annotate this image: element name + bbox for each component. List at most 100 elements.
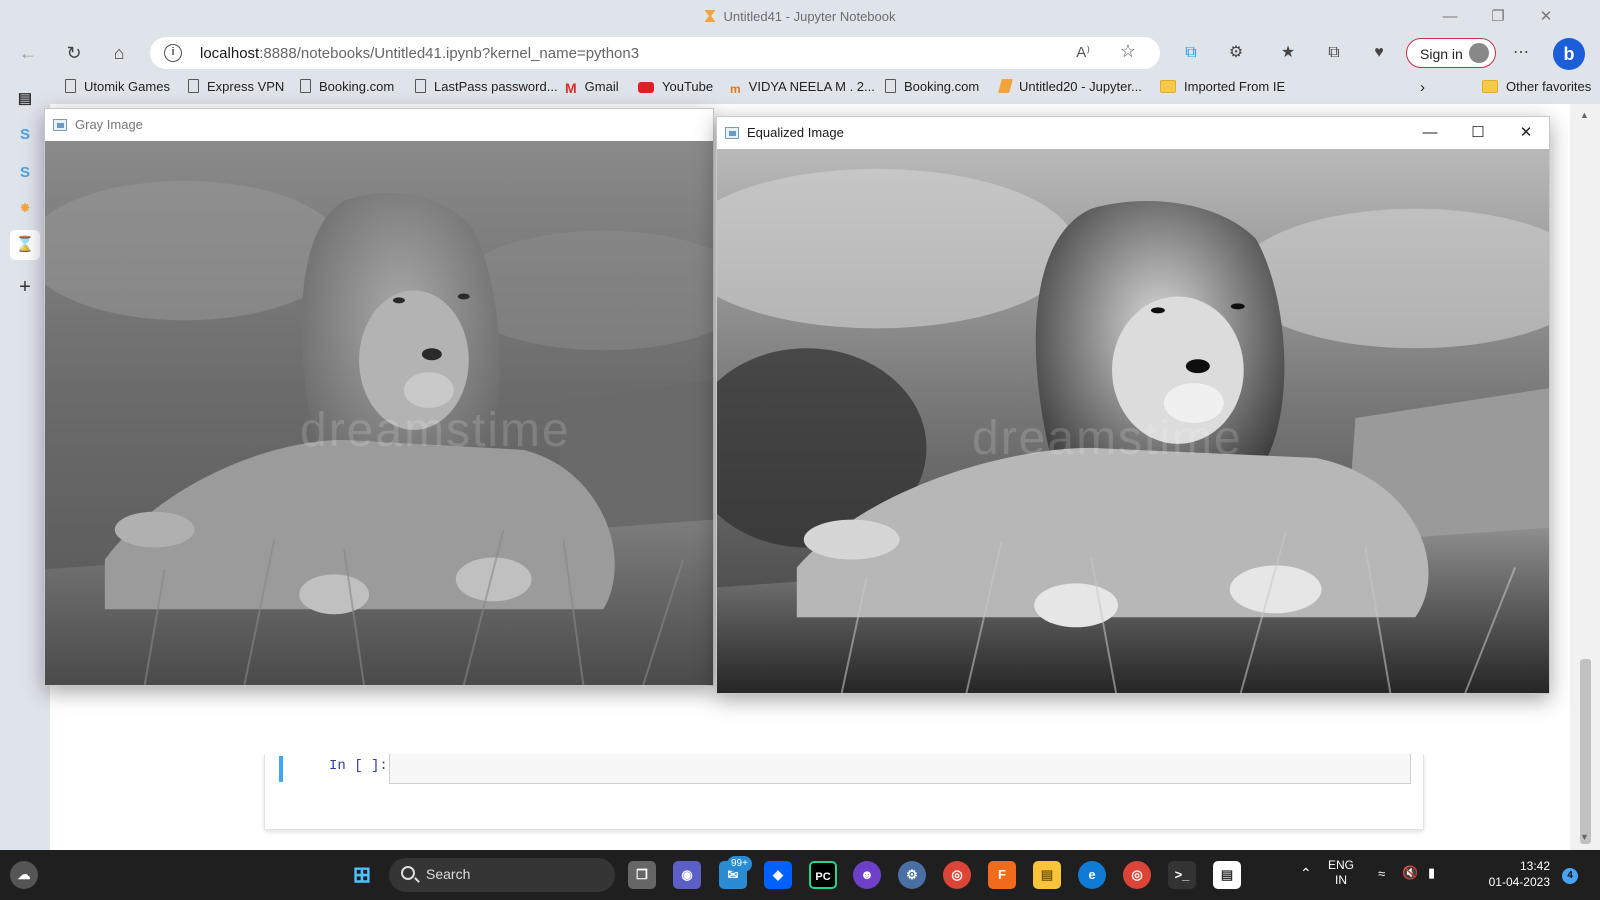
code-cell[interactable]: In [ ]: — [264, 754, 1424, 830]
refresh-icon[interactable]: ↻ — [60, 40, 88, 66]
chrome-icon[interactable]: ◎ — [943, 861, 971, 889]
cell-input[interactable] — [389, 754, 1411, 784]
folder-icon — [1160, 80, 1176, 93]
jupyter-icon — [998, 79, 1013, 93]
url-text[interactable]: localhost:8888/notebooks/Untitled41.ipyn… — [200, 45, 639, 62]
favorite-booking-2[interactable]: Booking.com — [885, 79, 979, 94]
page-icon — [65, 79, 76, 93]
edge-icon[interactable]: e — [1078, 861, 1106, 889]
gray-image-canvas: dreamstime — [45, 141, 713, 685]
favorite-lastpass[interactable]: LastPass password... — [415, 79, 558, 94]
mail-badge: 99+ — [727, 856, 752, 872]
favorites-overflow-chevron-icon[interactable]: › — [1420, 79, 1425, 96]
scroll-up-icon[interactable]: ▲ — [1580, 110, 1589, 120]
close-window-icon[interactable]: ✕ — [1509, 122, 1543, 144]
terminal-icon[interactable]: >_ — [1168, 861, 1196, 889]
weather-widget-icon[interactable]: ☁ — [10, 861, 38, 889]
jupyter-tab-icon — [704, 10, 716, 22]
navigation-bar: ← ↻ ⌂ i localhost:8888/notebooks/Untitle… — [0, 36, 1600, 70]
pycharm-icon[interactable]: PC — [809, 861, 837, 889]
add-favorite-icon[interactable]: ☆ — [1120, 41, 1136, 62]
favorite-gmail[interactable]: M Gmail — [565, 79, 619, 96]
gmail-icon: M — [565, 80, 577, 96]
favorite-vidya-neela[interactable]: m VIDYA NEELA M . 2... — [730, 79, 875, 96]
sidebar-jupyter-icon[interactable]: ⁕ — [10, 194, 40, 224]
equalized-image-window[interactable]: Equalized Image — ☐ ✕ dreamstime — [716, 116, 1550, 694]
back-icon[interactable]: ← — [14, 40, 42, 66]
taskbar-search[interactable]: Search — [389, 858, 615, 892]
github-desktop-icon[interactable]: ☻ — [853, 861, 881, 889]
scroll-down-icon[interactable]: ▼ — [1580, 832, 1589, 842]
more-options-icon[interactable]: ⋯ — [1508, 40, 1534, 66]
favorites-icon[interactable]: ★ — [1275, 40, 1301, 66]
home-icon[interactable]: ⌂ — [105, 40, 133, 66]
equalized-image-canvas: dreamstime — [717, 149, 1549, 693]
cell-prompt: In [ ]: — [329, 758, 388, 774]
equalized-image-title-bar[interactable]: Equalized Image — ☐ ✕ — [717, 117, 1549, 149]
office-app-icon[interactable]: F — [988, 861, 1016, 889]
sign-in-button[interactable]: Sign in — [1406, 38, 1496, 68]
folder-icon — [1482, 80, 1498, 93]
scrollbar-thumb[interactable] — [1580, 659, 1591, 844]
opencv-window-icon — [725, 127, 739, 139]
window-title: Untitled41 - Jupyter Notebook — [0, 9, 1600, 24]
sidebar-jupyter-active-icon[interactable]: ⌛ — [10, 230, 40, 260]
site-logo-icon: m — [730, 82, 741, 96]
sidebar-app-s1-icon[interactable]: S — [10, 120, 40, 150]
info-icon[interactable]: i — [164, 44, 182, 62]
bing-copilot-icon[interactable]: b — [1553, 38, 1585, 70]
language-indicator[interactable]: ENG IN — [1328, 858, 1354, 888]
gray-watermark: dreamstime — [300, 404, 571, 457]
start-icon[interactable]: ⊞ — [348, 861, 376, 889]
cell-selection-bar — [279, 756, 283, 782]
notepad-icon[interactable]: ▤ — [1213, 861, 1241, 889]
youtube-icon — [638, 82, 654, 93]
gray-image-window[interactable]: Gray Image dreamstime — [44, 108, 714, 686]
sidebar-app-s2-icon[interactable]: S — [10, 158, 40, 188]
minimize-window-icon[interactable]: — — [1413, 122, 1447, 144]
collections-icon[interactable]: ⧉ — [1321, 40, 1347, 66]
volume-muted-icon[interactable]: 🔇 — [1402, 865, 1418, 881]
file-explorer-icon[interactable]: ▤ — [1033, 861, 1061, 889]
read-aloud-icon[interactable]: A⁾ — [1076, 43, 1090, 61]
browser-essentials-icon[interactable]: ♥ — [1366, 40, 1392, 66]
tab-actions-icon[interactable]: ▤ — [10, 84, 40, 114]
extension-app-icon[interactable]: ⧉ — [1178, 40, 1204, 66]
minimize-icon[interactable]: — — [1432, 6, 1468, 28]
page-icon — [415, 79, 426, 93]
restore-icon[interactable]: ❐ — [1480, 6, 1516, 28]
task-view-icon[interactable]: ❐ — [628, 861, 656, 889]
close-icon[interactable]: ✕ — [1528, 6, 1564, 28]
favorites-bar: Utomik Games Express VPN Booking.com Las… — [50, 74, 1600, 102]
opencv-window-icon — [53, 119, 67, 131]
windows-taskbar: ☁ ⊞ Search ❐ ◉ ✉ ◆ PC ☻ ⚙ ◎ F ▤ e ◎ >_ ▤… — [0, 850, 1600, 900]
wifi-icon[interactable]: ≈ — [1378, 866, 1385, 881]
gray-image-title: Gray Image — [75, 117, 143, 132]
gray-image-title-bar[interactable]: Gray Image — [45, 109, 713, 141]
page-scrollbar[interactable]: ▲ ▼ — [1570, 104, 1600, 850]
clock[interactable]: 13:42 01-04-2023 — [1460, 858, 1550, 890]
favorite-imported-from-ie[interactable]: Imported From IE — [1160, 79, 1285, 94]
favorite-untitled20[interactable]: Untitled20 - Jupyter... — [998, 79, 1142, 94]
favorite-express-vpn[interactable]: Express VPN — [188, 79, 284, 94]
add-sidebar-app-icon[interactable]: + — [10, 272, 40, 302]
browser-title-bar: Untitled41 - Jupyter Notebook — ❐ ✕ — [0, 0, 1600, 34]
chrome-profile-icon[interactable]: ◎ — [1123, 861, 1151, 889]
search-icon — [401, 866, 415, 880]
profile-avatar-icon — [1469, 43, 1489, 63]
teams-chat-icon[interactable]: ◉ — [673, 861, 701, 889]
battery-icon[interactable]: ▮ — [1428, 865, 1435, 881]
favorite-booking-1[interactable]: Booking.com — [300, 79, 394, 94]
page-icon — [885, 79, 896, 93]
favorite-utomik-games[interactable]: Utomik Games — [65, 79, 170, 94]
maximize-window-icon[interactable]: ☐ — [1461, 122, 1495, 144]
address-bar[interactable]: i localhost:8888/notebooks/Untitled41.ip… — [150, 37, 1160, 69]
dropbox-icon[interactable]: ◆ — [764, 861, 792, 889]
browser-sidebar: ▤ S S ⁕ ⌛ + — [0, 74, 50, 850]
show-hidden-icons-icon[interactable]: ⌃ — [1300, 865, 1312, 882]
extensions-icon[interactable]: ⚙ — [1223, 40, 1249, 66]
settings-icon[interactable]: ⚙ — [898, 861, 926, 889]
favorite-other-favorites[interactable]: Other favorites — [1482, 79, 1591, 94]
favorite-youtube[interactable]: YouTube — [638, 79, 713, 94]
notification-badge[interactable]: 4 — [1562, 868, 1578, 884]
